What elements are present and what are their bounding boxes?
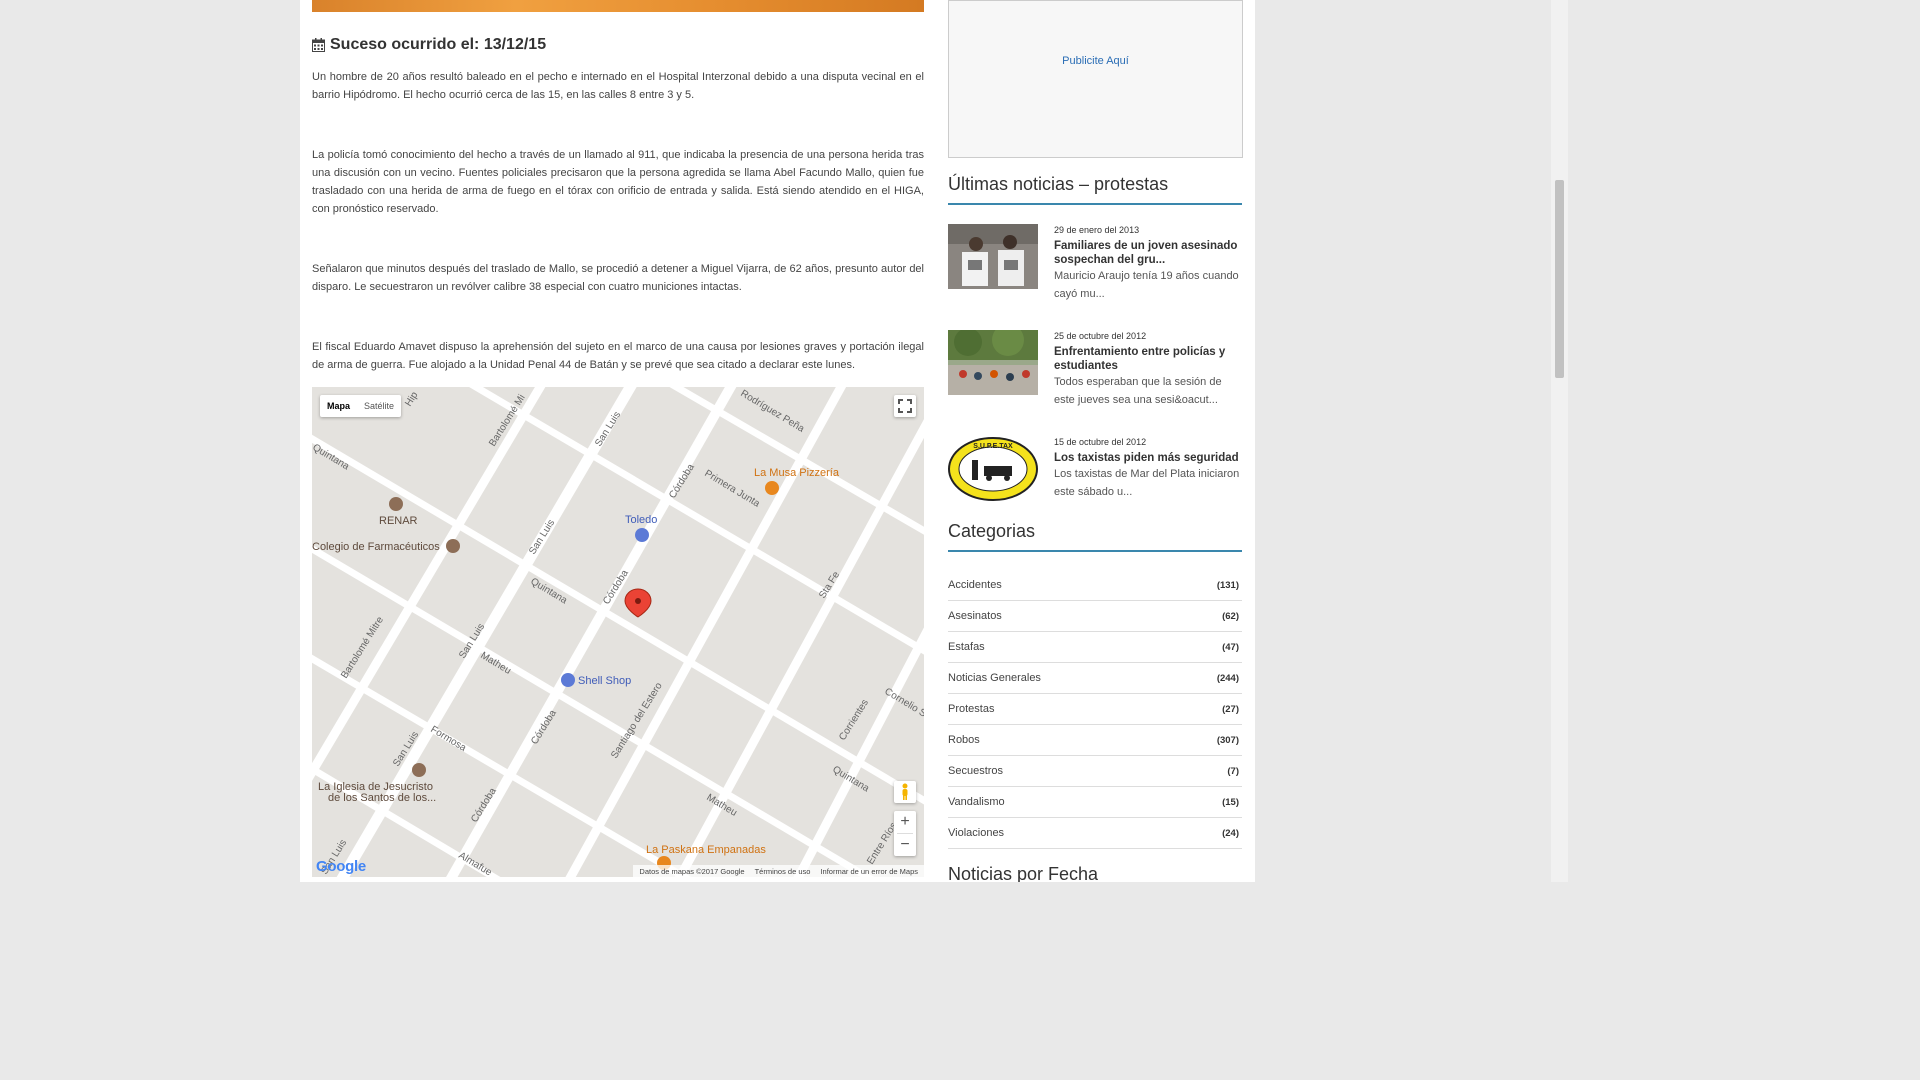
- news-item[interactable]: 25 de octubre del 2012 Enfrentamiento en…: [948, 330, 1242, 406]
- news-thumbnail[interactable]: [948, 224, 1038, 289]
- article-paragraph: Señalaron que minutos después del trasla…: [312, 263, 924, 293]
- event-date-heading: Suceso ocurrido el: 13/12/15: [312, 36, 546, 54]
- zoom-in-button[interactable]: +: [894, 811, 916, 833]
- poi-label[interactable]: La Paskana Empanadas: [646, 844, 766, 856]
- category-link[interactable]: Noticias Generales: [948, 672, 1041, 684]
- fullscreen-icon: [898, 399, 912, 413]
- map-terms-link[interactable]: Términos de uso: [755, 867, 811, 876]
- category-link[interactable]: Accidentes: [948, 579, 1002, 591]
- news-thumbnail-image: [948, 224, 1038, 289]
- category-count: (131): [1216, 579, 1239, 591]
- government-icon[interactable]: [389, 497, 403, 511]
- category-count: (27): [1222, 703, 1239, 715]
- taxi-logo-text: S.U.P.E.TAX: [973, 443, 1013, 450]
- google-logo-text: Google: [316, 858, 366, 875]
- category-item[interactable]: Asesinatos (62): [948, 601, 1242, 632]
- calendar-icon: [312, 38, 325, 52]
- category-count: (24): [1222, 827, 1239, 839]
- news-date: 15 de octubre del 2012: [1054, 437, 1147, 447]
- category-count: (307): [1216, 734, 1239, 746]
- street-view-button[interactable]: [894, 781, 916, 803]
- map-report-link[interactable]: Informar de un error de Maps: [820, 867, 918, 876]
- church-icon[interactable]: [412, 763, 426, 777]
- category-item[interactable]: Noticias Generales (244): [948, 663, 1242, 694]
- poi-label[interactable]: Colegio de Farmacéuticos: [312, 541, 440, 553]
- poi-label[interactable]: La Musa Pizzería: [754, 467, 840, 479]
- article-body: Un hombre de 20 años resultó baleado en …: [312, 68, 924, 374]
- categories-list: Accidentes (131) Asesinatos (62) Estafas…: [948, 570, 1242, 849]
- news-date: 25 de octubre del 2012: [1054, 331, 1147, 341]
- category-count: (47): [1222, 641, 1239, 653]
- category-item[interactable]: Accidentes (131): [948, 570, 1242, 601]
- category-item[interactable]: Vandalismo (15): [948, 787, 1242, 818]
- restaurant-icon[interactable]: [765, 481, 779, 495]
- poi-label[interactable]: Shell Shop: [578, 675, 631, 687]
- category-item[interactable]: Estafas (47): [948, 632, 1242, 663]
- news-excerpt: Mauricio Araujo tenía 19 años cuando cay…: [1054, 270, 1239, 300]
- category-item[interactable]: Secuestros (7): [948, 756, 1242, 787]
- zoom-control[interactable]: + −: [894, 811, 916, 856]
- category-item[interactable]: Protestas (27): [948, 694, 1242, 725]
- category-link[interactable]: Estafas: [948, 641, 985, 653]
- news-item[interactable]: S.U.P.E.TAX 15 de octubre del 2012 Los t…: [948, 436, 1242, 502]
- news-item[interactable]: 29 de enero del 2013 Familiares de un jo…: [948, 224, 1242, 300]
- news-thumbnail[interactable]: [948, 330, 1038, 395]
- page-content: Suceso ocurrido el: 13/12/15 Un hombre d…: [300, 0, 1255, 882]
- poi-label[interactable]: RENAR: [379, 515, 418, 527]
- ad-box: Publicite Aquí: [948, 0, 1243, 158]
- category-count: (62): [1222, 610, 1239, 622]
- taxi-union-logo: S.U.P.E.TAX: [948, 436, 1038, 501]
- category-item[interactable]: Violaciones (24): [948, 818, 1242, 849]
- zoom-out-button[interactable]: −: [894, 834, 916, 856]
- latest-news-title: Últimas noticias – protestas: [948, 174, 1242, 205]
- news-by-date-title: Noticias por Fecha: [948, 864, 1099, 882]
- scrollbar-thumb[interactable]: [1555, 180, 1564, 378]
- fullscreen-button[interactable]: [894, 395, 916, 417]
- pegman-icon: [902, 783, 908, 800]
- news-title-link[interactable]: Los taxistas piden más seguridad: [1054, 451, 1242, 465]
- map-canvas[interactable]: Hip Bartolomé Mi San Luis Rodríguez Peña…: [312, 387, 924, 877]
- poi-label[interactable]: de los Santos de los...: [328, 792, 436, 804]
- article-paragraph: Un hombre de 20 años resultó baleado en …: [312, 71, 924, 101]
- map-data-credit: Datos de mapas ©2017 Google: [639, 866, 745, 876]
- category-count: (244): [1216, 672, 1239, 684]
- news-date: 29 de enero del 2013: [1054, 225, 1140, 235]
- article-paragraph: El fiscal Eduardo Amavet dispuso la apre…: [312, 341, 924, 371]
- article-banner-image: [312, 0, 924, 12]
- google-logo[interactable]: Google: [316, 858, 366, 875]
- category-link[interactable]: Vandalismo: [948, 796, 1005, 808]
- category-link[interactable]: Robos: [948, 734, 980, 746]
- news-thumbnail[interactable]: S.U.P.E.TAX: [948, 436, 1038, 501]
- map-type-map-button[interactable]: Mapa: [320, 395, 357, 417]
- news-title-link[interactable]: Familiares de un joven asesinado sospech…: [1054, 239, 1242, 267]
- news-thumbnail-image: [948, 330, 1038, 395]
- category-count: (15): [1222, 796, 1239, 808]
- event-date-label: Suceso ocurrido el: 13/12/15: [330, 36, 547, 53]
- place-icon[interactable]: [446, 539, 460, 553]
- news-title-link[interactable]: Enfrentamiento entre policías y estudian…: [1054, 345, 1242, 373]
- category-count: (7): [1227, 765, 1239, 777]
- article-paragraph: La policía tomó conocimiento del hecho a…: [312, 149, 924, 215]
- poi-label[interactable]: Toledo: [625, 514, 657, 526]
- category-link[interactable]: Asesinatos: [948, 610, 1002, 622]
- advertise-link[interactable]: Publicite Aquí: [949, 55, 1242, 67]
- category-link[interactable]: Violaciones: [948, 827, 1004, 839]
- page-scrollbar[interactable]: [1551, 0, 1568, 882]
- category-link[interactable]: Protestas: [948, 703, 994, 715]
- category-item[interactable]: Robos (307): [948, 725, 1242, 756]
- news-excerpt: Todos esperaban que la sesión de este ju…: [1054, 376, 1222, 406]
- shopping-icon[interactable]: [561, 673, 575, 687]
- category-link[interactable]: Secuestros: [948, 765, 1003, 777]
- news-excerpt: Los taxistas de Mar del Plata iniciaron …: [1054, 468, 1240, 498]
- shopping-icon[interactable]: [635, 528, 649, 542]
- map-type-control[interactable]: Mapa Satélite: [320, 395, 402, 417]
- map-type-satellite-button[interactable]: Satélite: [357, 395, 401, 417]
- categories-title: Categorias: [948, 521, 1242, 552]
- map-footer: Datos de mapas ©2017 Google Términos de …: [633, 865, 924, 877]
- google-map[interactable]: Hip Bartolomé Mi San Luis Rodríguez Peña…: [312, 387, 924, 877]
